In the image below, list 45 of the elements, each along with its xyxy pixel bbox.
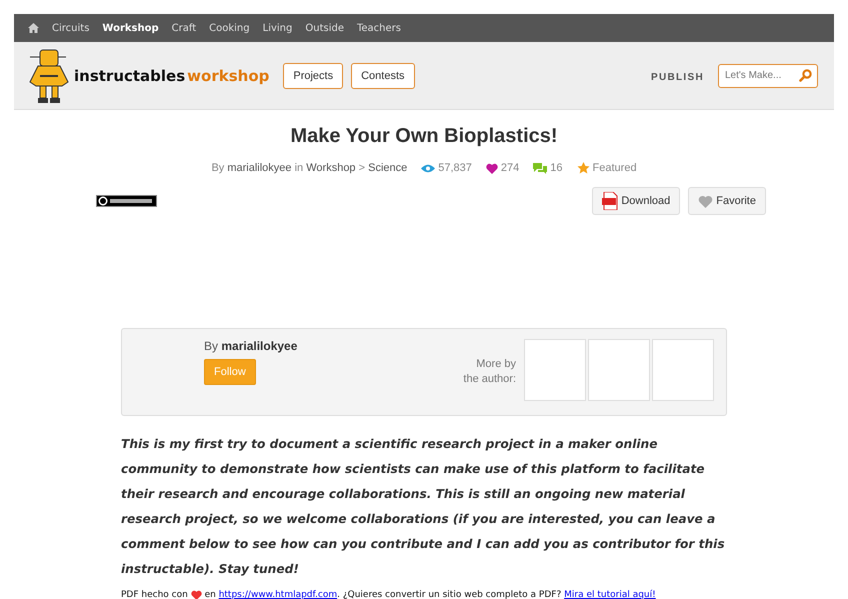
- subcategory-link[interactable]: Science: [368, 162, 408, 174]
- search-field[interactable]: Let's Make...: [718, 64, 818, 88]
- nav-button[interactable]: Contests: [351, 62, 415, 88]
- heart-icon: [486, 162, 498, 174]
- project-thumbnail[interactable]: [652, 339, 714, 401]
- nav-link[interactable]: Workshop: [102, 22, 159, 34]
- nav-link[interactable]: Living: [262, 22, 292, 34]
- nav-link[interactable]: Craft: [172, 22, 196, 34]
- nav-link[interactable]: Teachers: [356, 22, 401, 34]
- tutorial-link[interactable]: Mira el tutorial aquí!: [564, 590, 656, 599]
- favorite-button[interactable]: Favorite: [688, 187, 766, 215]
- author-byline: By marialilokyee: [204, 339, 298, 353]
- speech-bubbles-icon: [533, 162, 548, 174]
- home-icon[interactable]: [28, 23, 39, 33]
- nav-link[interactable]: Cooking: [209, 22, 250, 34]
- description-paragraph: This is my first try to document a scientific research project in a maker online community to demonstrate how scientists can make use of this platform to facilitate their research and encourage collaborations. This is still an ongoing new material research project, so we welcome collaborations (if you are interested, you can leave a comment below to see how can you contribute and I can add you as contributor for this instructable). Stay tuned!: [121, 436, 726, 578]
- article-title: Make Your Own Bioplastics!: [289, 125, 559, 148]
- byline-text: in: [294, 162, 304, 174]
- breadcrumb-separator: >: [358, 162, 366, 174]
- category-link[interactable]: Workshop: [306, 162, 356, 174]
- nav-link[interactable]: Circuits: [52, 22, 90, 34]
- featured-label: Featured: [592, 162, 637, 174]
- nav-link[interactable]: Outside: [305, 22, 344, 34]
- nav-button[interactable]: Projects: [283, 62, 344, 88]
- eye-icon: [421, 164, 436, 172]
- more-by-label: More by the author:: [462, 357, 516, 387]
- footer-text: en https://www.htmlapdf.com. ¿Quieres convertir un sitio web completo a PDF? Mira el tutorial aquí!: [204, 590, 656, 599]
- byline-text: By: [211, 162, 224, 174]
- heart-icon: [698, 194, 714, 208]
- footer-text: PDF hecho con: [121, 590, 188, 599]
- favorites-count: 274: [500, 162, 520, 174]
- website-link[interactable]: https://www.htmlapdf.com: [218, 590, 338, 599]
- project-thumbnail[interactable]: [588, 339, 650, 401]
- comments-count: 16: [550, 162, 563, 174]
- search-icon[interactable]: [799, 68, 812, 82]
- license-badge-icon[interactable]: [96, 195, 157, 207]
- project-thumbnail[interactable]: [524, 339, 586, 401]
- heart-icon: [190, 590, 202, 599]
- logo-text[interactable]: instructables: [74, 66, 186, 84]
- author-link[interactable]: marialilokyee: [227, 162, 292, 174]
- views-count: 57,837: [438, 162, 472, 174]
- publish-link[interactable]: PUBLISH: [651, 72, 704, 83]
- pdf-file-icon: [602, 192, 618, 210]
- star-icon: [576, 162, 590, 174]
- download-button[interactable]: Download: [592, 187, 680, 215]
